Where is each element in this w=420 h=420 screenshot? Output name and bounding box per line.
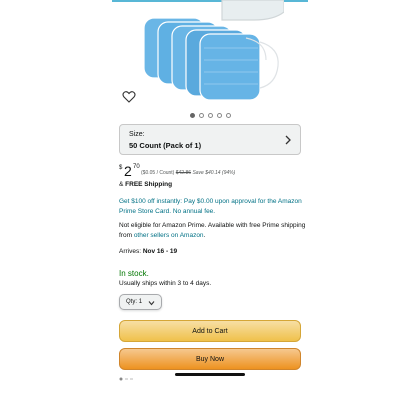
carousel-dot[interactable]	[198, 113, 204, 118]
heart-icon[interactable]	[122, 90, 136, 104]
price-per-count: ($0.05 / Count)	[141, 170, 175, 176]
price-whole: 2	[124, 163, 132, 179]
prime-note: Not eligible for Amazon Prime. Available…	[119, 221, 307, 241]
carousel-dot[interactable]	[189, 113, 195, 118]
chevron-down-icon	[148, 301, 155, 306]
size-value: 50 Count (Pack of 1)	[129, 141, 202, 150]
product-page: Size: 50 Count (Pack of 1) $ 2 70 ($0.05…	[112, 0, 308, 420]
price-detail: ($0.05 / Count) $42.86 Save $40.14 (94%)	[141, 170, 235, 176]
savings-text: Save $40.14 (94%)	[192, 170, 236, 176]
delivery-info: Arrives: Nov 16 - 19	[119, 248, 177, 255]
lock-icon	[119, 377, 133, 381]
arrives-dates: Nov 16 - 19	[142, 248, 178, 255]
carousel-dots	[112, 113, 308, 119]
shipping-info: & FREE Shipping	[119, 181, 172, 188]
stock-status: In stock.	[119, 269, 149, 278]
list-price: $42.86	[175, 170, 192, 176]
quantity-label: Qty: 1	[126, 299, 142, 305]
chevron-right-icon	[285, 135, 291, 145]
qty-value: 1	[138, 299, 143, 305]
qty-prefix: Qty:	[126, 299, 138, 305]
home-indicator	[175, 373, 245, 376]
other-sellers-link[interactable]: other sellers on Amazon	[134, 232, 204, 239]
price-fraction: 70	[133, 164, 140, 170]
price-currency: $	[119, 165, 123, 171]
add-to-cart-button[interactable]: Add to Cart	[119, 320, 301, 342]
arrives-label: Arrives:	[119, 248, 142, 255]
product-image[interactable]	[134, 0, 284, 105]
prime-note-suffix: .	[203, 232, 206, 239]
ships-note: Usually ships within 3 to 4 days.	[119, 280, 212, 287]
buy-now-button[interactable]: Buy Now	[119, 348, 301, 370]
price-row: $ 2 70 ($0.05 / Count) $42.86 Save $40.1…	[119, 163, 305, 179]
size-selector[interactable]: Size: 50 Count (Pack of 1)	[119, 124, 301, 155]
shipping-prefix: &	[119, 181, 124, 188]
carousel-dot[interactable]	[207, 113, 213, 118]
carousel-dot[interactable]	[225, 113, 231, 118]
quantity-dropdown[interactable]: Qty: 1	[119, 294, 162, 310]
carousel-dot[interactable]	[216, 113, 222, 118]
free-shipping-label: FREE Shipping	[125, 181, 173, 188]
size-label: Size:	[129, 131, 145, 138]
promo-link[interactable]: Get $100 off instantly: Pay $0.00 upon a…	[119, 197, 305, 217]
